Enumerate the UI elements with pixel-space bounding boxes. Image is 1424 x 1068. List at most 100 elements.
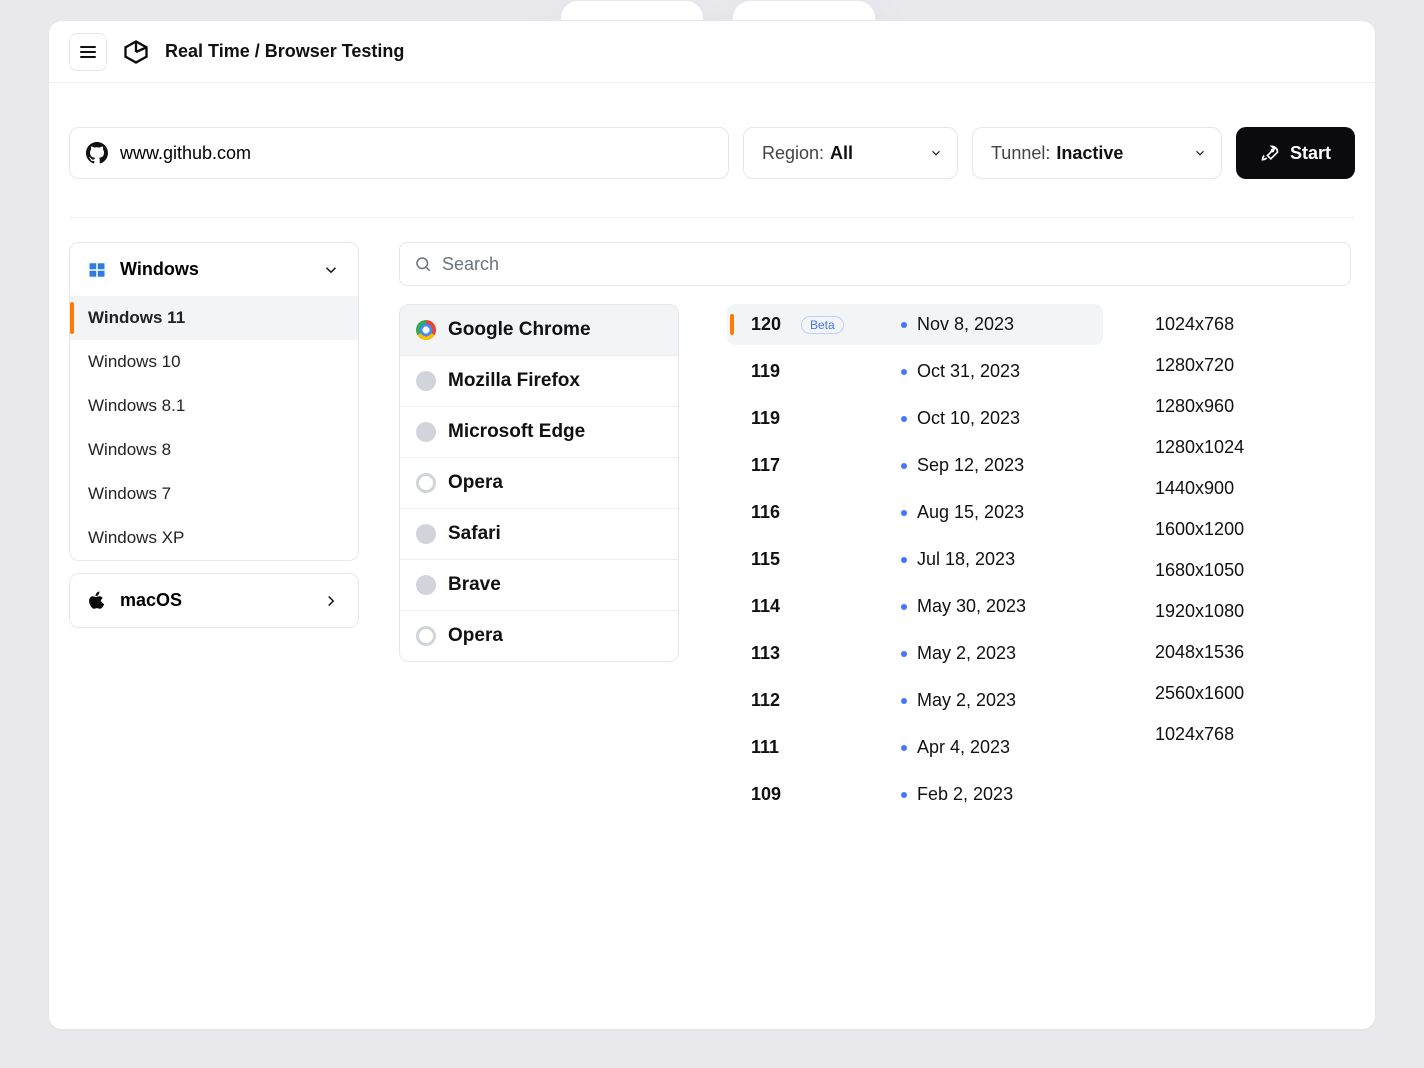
browser-item-label: Google Chrome [448,319,591,341]
browser-item-label: Safari [448,523,501,545]
dot-icon [901,369,907,375]
version-date: Oct 31, 2023 [901,361,1020,382]
resolution-item[interactable]: 2560x1600 [1151,673,1351,714]
browser-item[interactable]: Brave [400,560,678,611]
os-item[interactable]: Windows 8.1 [70,384,358,428]
windows-panel: Windows Windows 11Windows 10Windows 8.1W… [69,242,359,561]
dot-icon [901,416,907,422]
version-row[interactable]: 119Oct 10, 2023 [727,398,1103,439]
opera-icon [416,473,436,493]
brave-icon [416,575,436,595]
browser-item[interactable]: Microsoft Edge [400,407,678,458]
version-number: 113 [745,643,791,664]
dot-icon [901,463,907,469]
start-button[interactable]: Start [1236,127,1355,179]
windows-icon [88,261,106,279]
version-row[interactable]: 109Feb 2, 2023 [727,774,1103,815]
macos-panel: macOS [69,573,359,628]
hamburger-icon [80,46,96,58]
version-date: Sep 12, 2023 [901,455,1024,476]
version-row[interactable]: 111 Apr 4, 2023 [727,727,1103,768]
browser-item[interactable]: Safari [400,509,678,560]
resolution-item[interactable]: 2048x1536 [1151,632,1351,673]
macos-panel-header[interactable]: macOS [70,574,358,627]
version-row[interactable]: 113 May 2, 2023 [727,633,1103,674]
dot-icon [901,604,907,610]
version-date: Apr 4, 2023 [901,737,1010,758]
version-date: Jul 18, 2023 [901,549,1015,570]
windows-panel-header[interactable]: Windows [70,243,358,296]
resolution-item[interactable]: 1280x960 [1151,386,1351,427]
version-number: 120 [745,314,791,335]
chevron-down-icon [1193,146,1207,160]
browser-item-label: Opera [448,625,503,647]
version-list: 120 Beta Nov 8, 2023 119 Oct 31, 2023 119Oct … [727,304,1103,821]
version-date: May 30, 2023 [901,596,1026,617]
version-number: 119 [745,408,791,429]
resolution-item[interactable]: 1440x900 [1151,468,1351,509]
resolution-item[interactable]: 1024x768 [1151,714,1351,755]
dot-icon [901,651,907,657]
browser-item[interactable]: Mozilla Firefox [400,356,678,407]
version-row[interactable]: 114 May 30, 2023 [727,586,1103,627]
tunnel-label: Tunnel: [991,143,1050,164]
beta-badge: Beta [801,316,844,334]
browser-item-label: Microsoft Edge [448,421,585,443]
version-row[interactable]: 112 May 2, 2023 [727,680,1103,721]
version-row[interactable]: 115Jul 18, 2023 [727,539,1103,580]
resolution-item[interactable]: 1600x1200 [1151,509,1351,550]
resolution-item[interactable]: 1280x1024 [1151,427,1351,468]
dot-icon [901,322,907,328]
region-select[interactable]: Region: All [743,127,958,179]
tunnel-select[interactable]: Tunnel: Inactive [972,127,1222,179]
version-date: Nov 8, 2023 [901,314,1014,335]
url-input[interactable] [120,143,712,164]
version-number: 112 [745,690,791,711]
dot-icon [901,792,907,798]
version-number: 114 [745,596,791,617]
browser-item-label: Opera [448,472,503,494]
os-item[interactable]: Windows 11 [70,296,358,340]
os-item[interactable]: Windows 7 [70,472,358,516]
resolution-item[interactable]: 1680x1050 [1151,550,1351,591]
version-date: May 2, 2023 [901,643,1016,664]
url-input-wrapper[interactable] [69,127,729,179]
version-row[interactable]: 119 Oct 31, 2023 [727,351,1103,392]
resolution-item[interactable]: 1280x720 [1151,345,1351,386]
version-row[interactable]: 120 Beta Nov 8, 2023 [727,304,1103,345]
version-number: 111 [745,737,791,758]
os-item[interactable]: Windows 10 [70,340,358,384]
resolution-item[interactable]: 1024x768 [1151,304,1351,345]
version-row[interactable]: 116Aug 15, 2023 [727,492,1103,533]
browser-item[interactable]: Opera [400,458,678,509]
browser-item-label: Mozilla Firefox [448,370,580,392]
version-date: May 2, 2023 [901,690,1016,711]
chrome-icon [416,320,436,340]
browser-item[interactable]: Google Chrome [400,305,678,356]
app-window: Real Time / Browser Testing Region: All … [48,20,1376,1030]
os-item[interactable]: Windows 8 [70,428,358,472]
version-row[interactable]: 117Sep 12, 2023 [727,445,1103,486]
dot-icon [901,510,907,516]
version-number: 109 [745,784,791,805]
search-placeholder: Search [442,254,499,275]
windows-label: Windows [120,259,199,280]
version-date: Aug 15, 2023 [901,502,1024,523]
windows-items: Windows 11Windows 10Windows 8.1Windows 8… [70,296,358,560]
os-item[interactable]: Windows XP [70,516,358,560]
content: Windows Windows 11Windows 10Windows 8.1W… [49,218,1375,821]
chevron-right-icon [322,592,340,610]
apple-icon [88,591,106,611]
opera-icon [416,626,436,646]
chevron-down-icon [322,261,340,279]
os-sidebar: Windows Windows 11Windows 10Windows 8.1W… [69,242,359,821]
browser-item[interactable]: Opera [400,611,678,661]
resolution-item[interactable]: 1920x1080 [1151,591,1351,632]
hamburger-menu-button[interactable] [69,33,107,71]
version-number: 119 [745,361,791,382]
product-logo [121,37,151,67]
browser-list: Google Chrome Mozilla Firefox Microsoft Ed… [399,304,679,662]
topbar: Real Time / Browser Testing [49,21,1375,83]
browser-search[interactable]: Search [399,242,1351,286]
triple-columns: Google Chrome Mozilla Firefox Microsoft Ed… [399,304,1351,821]
